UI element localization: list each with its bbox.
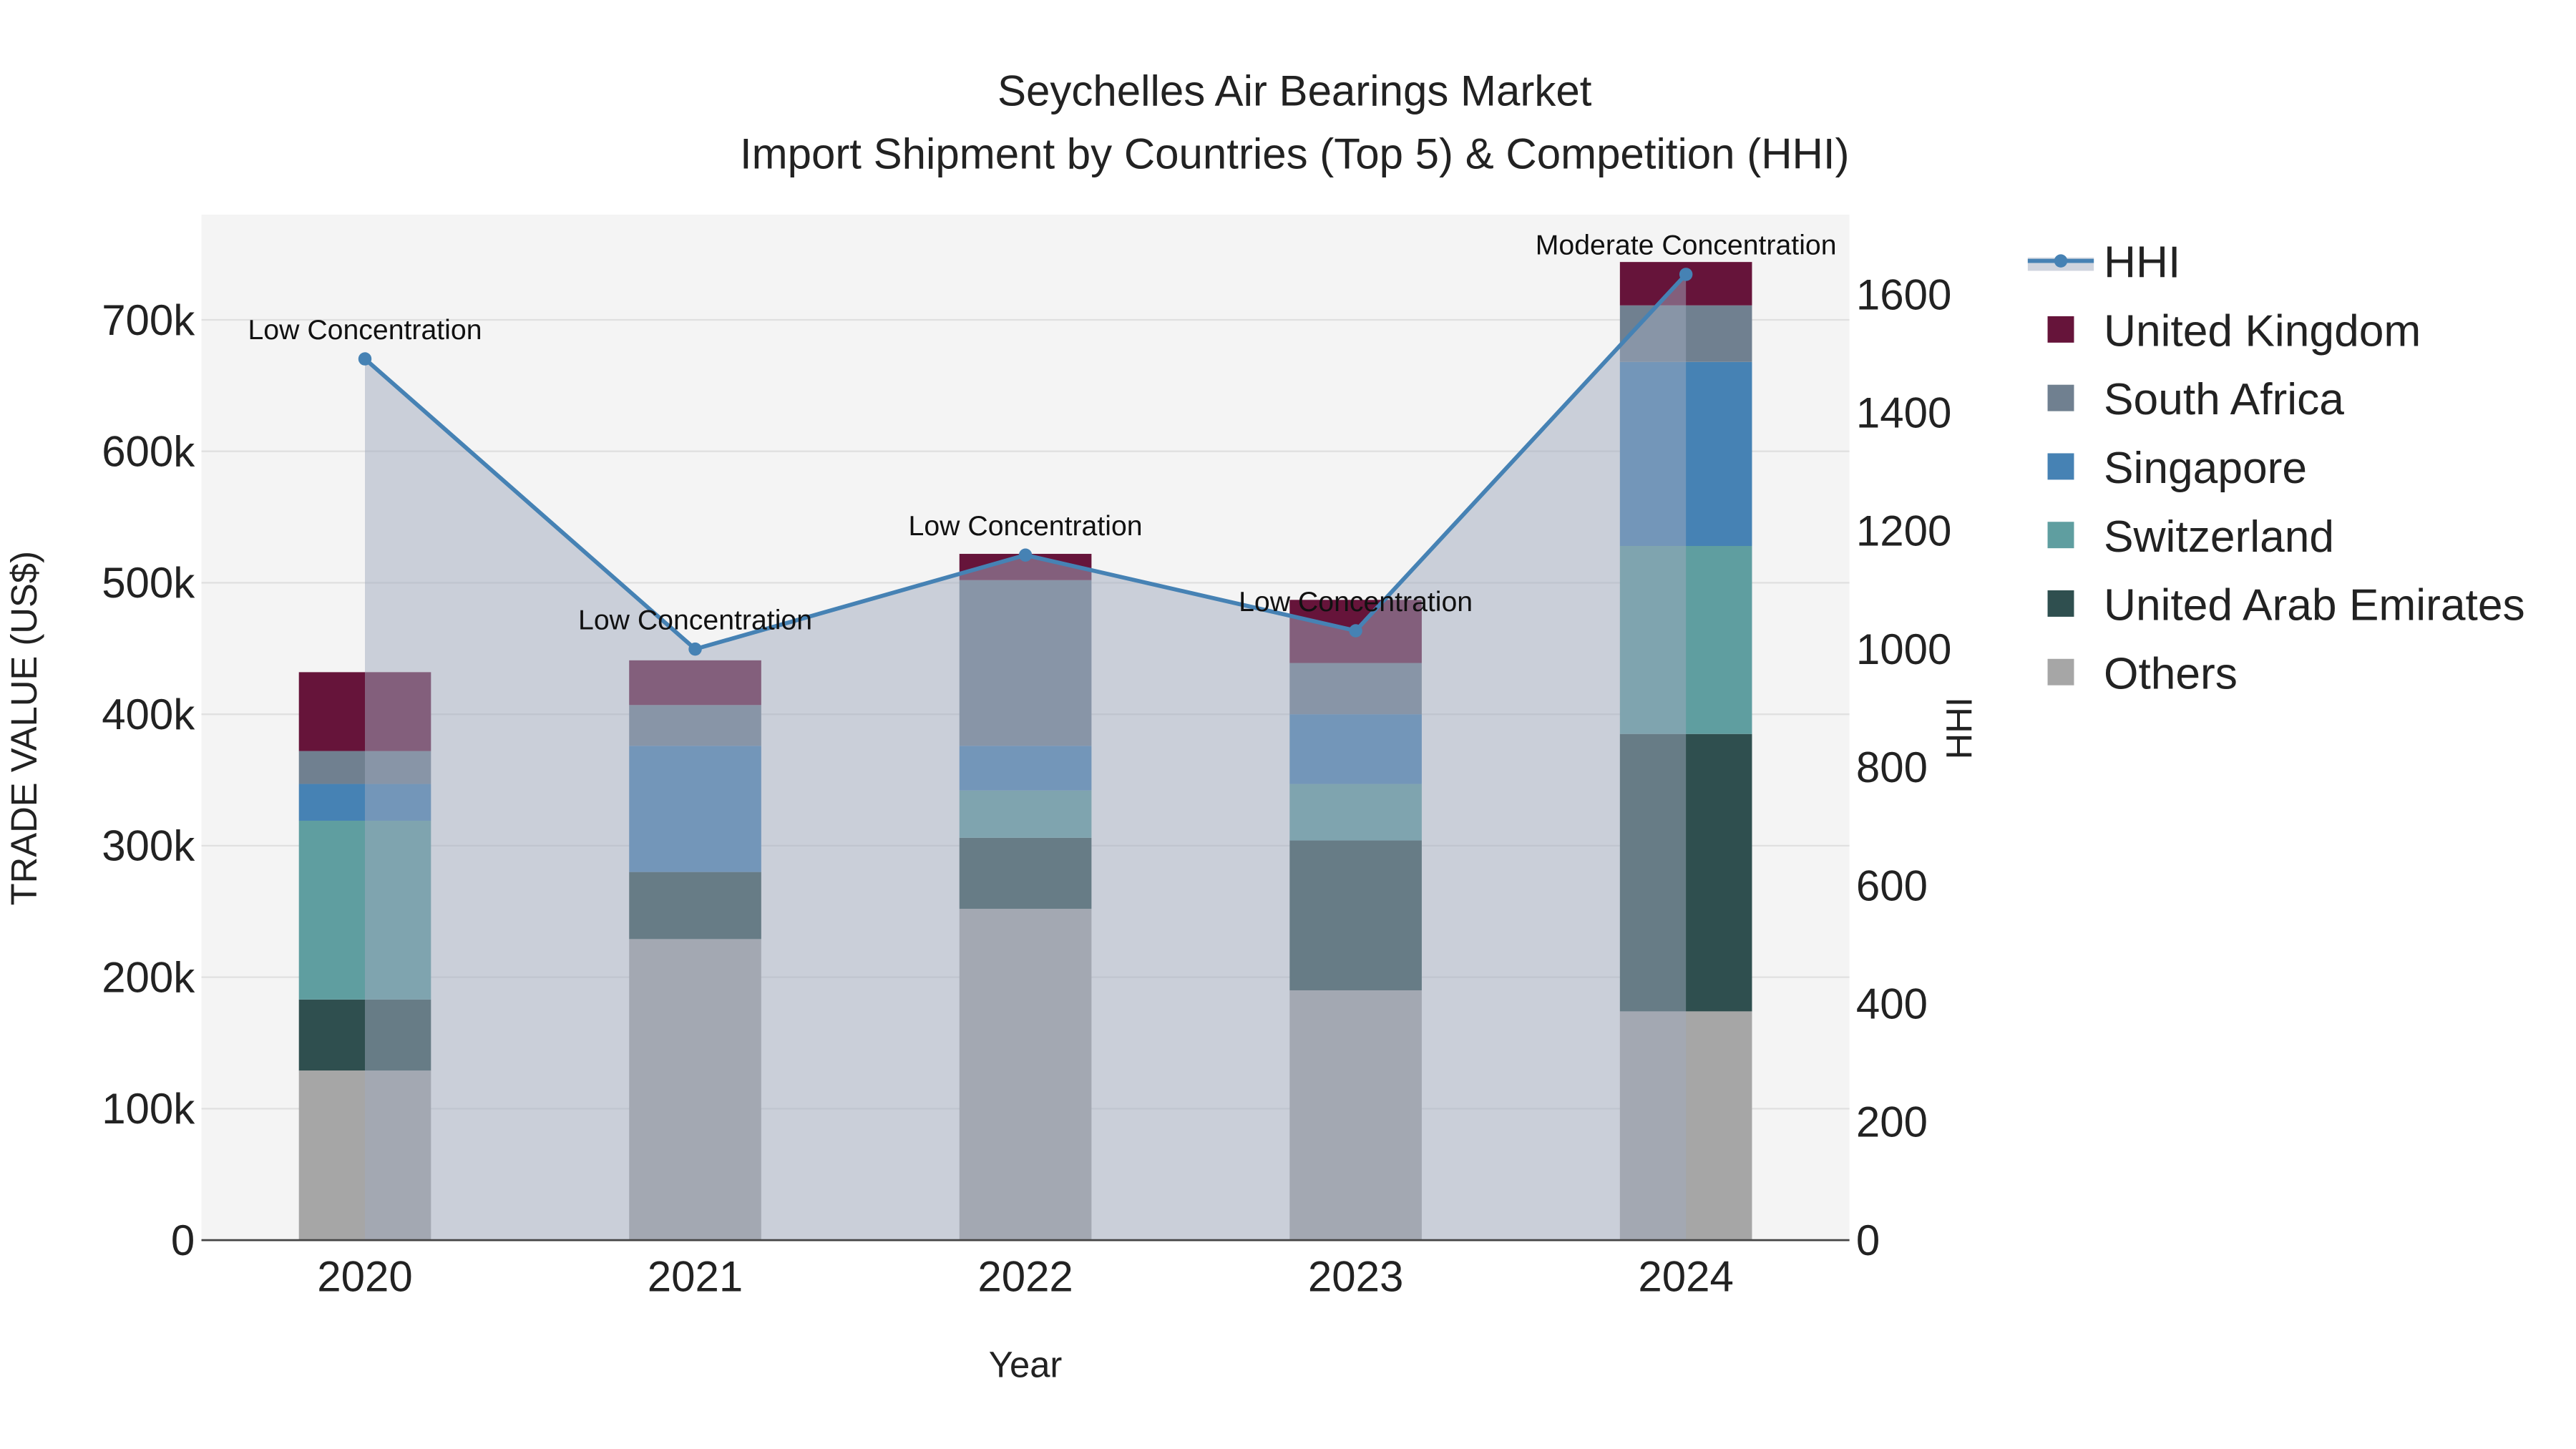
- chart-title: Seychelles Air Bearings Market: [997, 67, 1592, 115]
- hhi-annotation: Low Concentration: [578, 604, 812, 635]
- hhi-annotation: Low Concentration: [1239, 586, 1473, 618]
- legend-swatch: [2047, 453, 2074, 480]
- hhi-point: [358, 352, 372, 366]
- hhi-point: [1349, 624, 1362, 638]
- y2-tick-label: 200: [1856, 1098, 1928, 1146]
- legend-label: Switzerland: [2104, 512, 2334, 562]
- hhi-point: [1018, 548, 1033, 562]
- chart: Seychelles Air Bearings Market Import Sh…: [4, 67, 2525, 1385]
- legend-label: United Arab Emirates: [2104, 581, 2525, 630]
- y-tick-label: 400k: [102, 691, 195, 738]
- x-tick-label: 2022: [977, 1253, 1073, 1301]
- legend: HHI United Kingdom South Africa Singapore Sw…: [2027, 238, 2525, 698]
- y-tick-label: 0: [171, 1216, 195, 1264]
- legend-swatch: [2047, 590, 2074, 617]
- hhi-point: [688, 642, 702, 656]
- y-tick-label: 600k: [102, 427, 195, 475]
- x-tick-label: 2020: [317, 1253, 412, 1301]
- y2-tick-label: 600: [1856, 862, 1928, 909]
- hhi-annotation: Low Concentration: [909, 510, 1143, 542]
- legend-hhi-marker: [2054, 254, 2068, 268]
- legend-label: Singapore: [2104, 444, 2307, 493]
- y2-tick-label: 1000: [1856, 625, 1951, 673]
- y2-axis-label: HHI: [1938, 697, 1979, 759]
- y-tick-label: 500k: [102, 559, 195, 607]
- hhi-annotation: Low Concentration: [248, 314, 482, 346]
- legend-swatch: [2047, 522, 2074, 549]
- legend-label: Others: [2104, 649, 2238, 698]
- y-axis-label: TRADE VALUE (US$): [4, 551, 44, 905]
- x-tick-label: 2024: [1638, 1253, 1733, 1301]
- y2-tick-label: 0: [1856, 1216, 1880, 1264]
- y-tick-label: 300k: [102, 822, 195, 870]
- y2-tick-label: 800: [1856, 743, 1928, 791]
- y2-tick-label: 1600: [1856, 270, 1951, 318]
- hhi-point: [1679, 268, 1693, 281]
- legend-swatch: [2047, 384, 2074, 411]
- y-tick-label: 200k: [102, 953, 195, 1001]
- x-tick-label: 2021: [648, 1253, 743, 1301]
- hhi-annotation: Moderate Concentration: [1536, 230, 1837, 261]
- y2-tick-label: 400: [1856, 980, 1928, 1028]
- legend-swatch: [2047, 658, 2074, 686]
- x-tick-label: 2023: [1308, 1253, 1403, 1301]
- legend-label: HHI: [2104, 238, 2180, 288]
- legend-swatch: [2047, 316, 2074, 343]
- x-axis-label: Year: [989, 1345, 1063, 1385]
- chart-subtitle: Import Shipment by Countries (Top 5) & C…: [740, 130, 1850, 177]
- legend-label: South Africa: [2104, 375, 2344, 424]
- y-tick-label: 700k: [102, 296, 195, 344]
- legend-label: United Kingdom: [2104, 306, 2421, 356]
- y-tick-label: 100k: [102, 1085, 195, 1133]
- y2-tick-label: 1400: [1856, 389, 1951, 436]
- y2-tick-label: 1200: [1856, 507, 1951, 555]
